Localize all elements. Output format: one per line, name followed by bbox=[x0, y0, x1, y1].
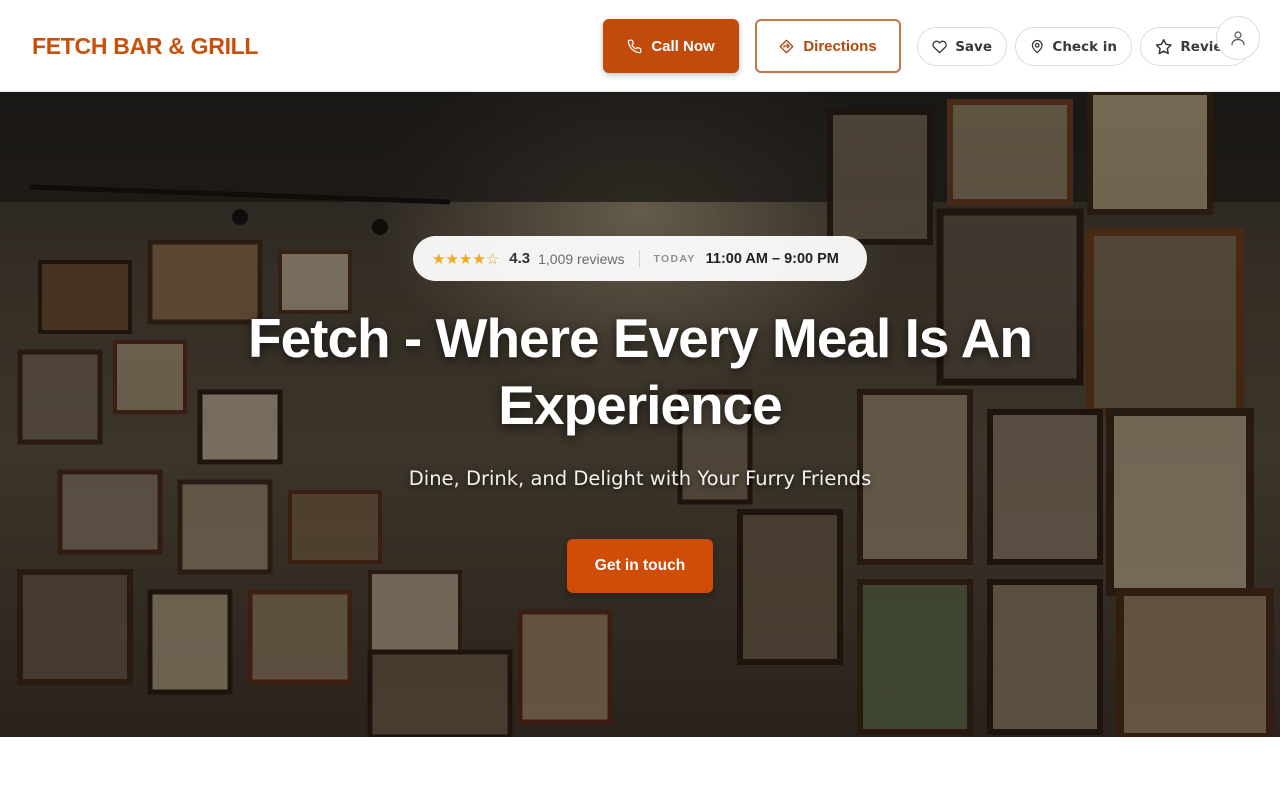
directions-button[interactable]: Directions bbox=[755, 19, 901, 73]
pill-divider bbox=[638, 250, 640, 267]
rating-stars: ★ ★ ★ ★ ☆ bbox=[432, 250, 499, 268]
brand-logo-text[interactable]: FETCH BAR & GRILL bbox=[32, 33, 258, 60]
account-button[interactable] bbox=[1216, 16, 1260, 60]
heart-icon bbox=[932, 40, 947, 53]
call-now-label: Call Now bbox=[651, 37, 715, 55]
save-label: Save bbox=[955, 38, 992, 55]
check-in-label: Check in bbox=[1052, 38, 1117, 55]
map-pin-icon bbox=[1031, 39, 1043, 54]
star-icon bbox=[1155, 38, 1172, 54]
star-icon: ☆ bbox=[485, 250, 500, 268]
directions-label: Directions bbox=[803, 37, 877, 55]
phone-icon bbox=[628, 39, 642, 53]
today-label: TODAY bbox=[653, 252, 696, 265]
star-icon: ★ bbox=[445, 250, 459, 268]
get-in-touch-button[interactable]: Get in touch bbox=[567, 539, 713, 593]
user-icon bbox=[1231, 31, 1245, 46]
star-icon: ★ bbox=[432, 250, 446, 268]
check-in-button[interactable]: Check in bbox=[1015, 27, 1132, 66]
hero-title: Fetch - Where Every Meal Is An Experienc… bbox=[247, 307, 1033, 436]
call-now-button[interactable]: Call Now bbox=[603, 19, 739, 73]
directions-icon bbox=[779, 39, 794, 53]
site-header: FETCH BAR & GRILL Call Now Directions Sa… bbox=[0, 0, 1280, 92]
rating-hours-pill: ★ ★ ★ ★ ☆ 4.3 1,009 reviews TODAY 11:00 … bbox=[413, 236, 867, 281]
rating-value: 4.3 bbox=[509, 250, 531, 267]
star-icon: ★ bbox=[458, 250, 473, 268]
opening-hours: 11:00 AM – 9:00 PM bbox=[705, 250, 839, 267]
save-button[interactable]: Save bbox=[917, 27, 1007, 66]
hero-subtitle: Dine, Drink, and Delight with Your Furry… bbox=[408, 467, 872, 490]
star-icon: ★ bbox=[472, 250, 486, 268]
review-count[interactable]: 1,009 reviews bbox=[538, 251, 624, 267]
